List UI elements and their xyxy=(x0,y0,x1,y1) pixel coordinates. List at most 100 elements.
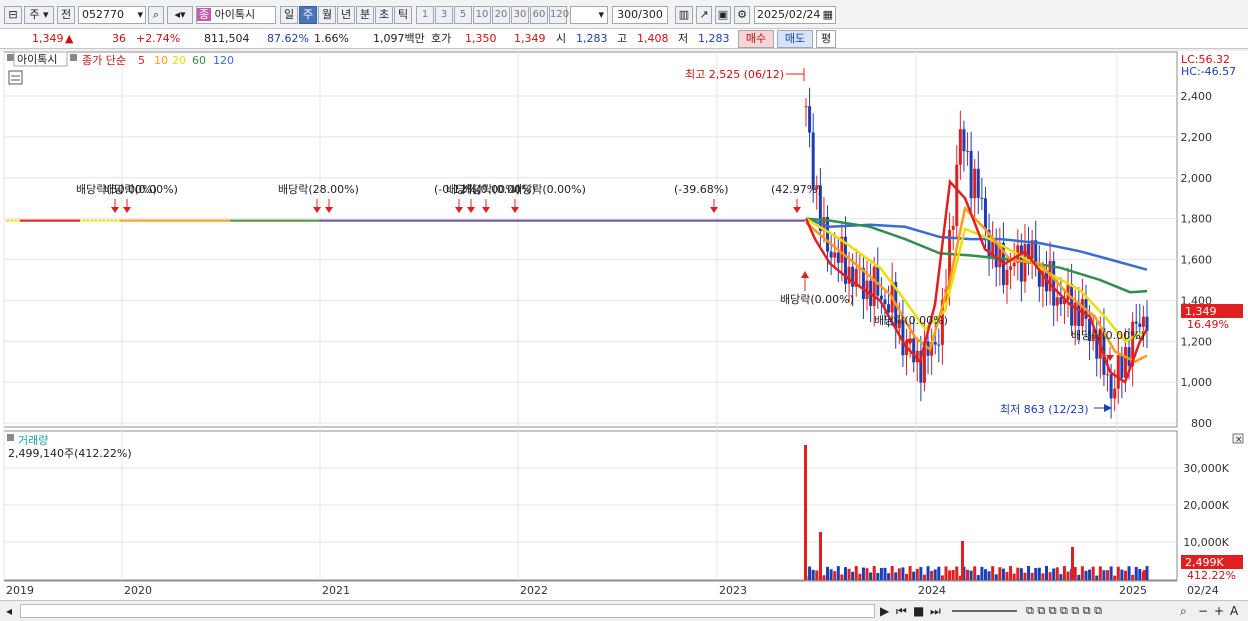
bid-price: 1,349 xyxy=(514,32,546,45)
date-field[interactable]: 2025/02/24 ▦ xyxy=(754,6,836,24)
volume-bar xyxy=(922,574,926,580)
volume-bar xyxy=(833,571,837,580)
volume-bar xyxy=(869,572,873,580)
rewind-icon[interactable]: ⏮ xyxy=(896,604,907,618)
interval-tab-120[interactable]: 120 xyxy=(549,6,569,24)
ask-price: 1,350 xyxy=(465,32,497,45)
candle-body xyxy=(826,217,830,252)
period-tab-3[interactable]: 년 xyxy=(337,6,355,24)
x-axis-right-label: 02/24 xyxy=(1187,584,1219,597)
volume-bar xyxy=(808,566,812,580)
legend-bullet xyxy=(70,54,77,61)
interval-tab-60[interactable]: 60 xyxy=(530,6,548,24)
period-tab-0[interactable]: 일 xyxy=(280,6,298,24)
volume-bar xyxy=(926,566,930,580)
period-tab-2[interactable]: 월 xyxy=(318,6,336,24)
status-bar: ◂ ▶ ⏮ ■ ⏭ ⧉ ⧉ ⧉ ⧉ ⧉ ⧉ ⧉ ⌕ − + A xyxy=(0,600,1248,621)
volume-bar xyxy=(1041,573,1045,580)
change-arrow: ▲ xyxy=(65,32,74,45)
market-type-select[interactable]: 주 ▾ xyxy=(24,6,54,24)
volume-bar xyxy=(1134,566,1138,580)
volume-bar xyxy=(1023,572,1027,580)
search-icon[interactable]: ⌕ xyxy=(148,6,164,24)
y-tick-label: 1,600 xyxy=(1181,254,1213,267)
interval-tab-30[interactable]: 30 xyxy=(511,6,529,24)
calendar-icon[interactable]: ▦ xyxy=(823,7,833,23)
scope-button[interactable]: 전 xyxy=(57,6,75,24)
scroll-left-icon[interactable]: ◂ xyxy=(6,604,12,618)
volume-bar xyxy=(1016,567,1020,580)
minus-icon[interactable]: − xyxy=(1198,604,1208,618)
y-tick-label: 1,200 xyxy=(1181,335,1213,348)
period-tab-6[interactable]: 틱 xyxy=(394,6,412,24)
volume-bar xyxy=(940,575,944,580)
forward-icon[interactable]: ⏭ xyxy=(930,604,941,618)
interval-tab-10[interactable]: 10 xyxy=(473,6,491,24)
volume-bar xyxy=(836,566,840,580)
change-value: 36 xyxy=(112,32,126,45)
annotation-div4: 배당락(0.00%) xyxy=(512,183,586,196)
candle-icon[interactable]: ▥ xyxy=(675,6,693,24)
zoom-icon[interactable]: ⌕ xyxy=(1180,604,1187,618)
zoom-slider[interactable] xyxy=(952,610,1017,612)
x-tick-label: 2020 xyxy=(124,584,152,597)
chevron-down-icon: ▾ xyxy=(598,8,604,21)
high-label: 고 xyxy=(617,32,628,45)
period-tab-1[interactable]: 주 xyxy=(299,6,317,24)
candle-body xyxy=(1109,374,1113,399)
volume-spike xyxy=(961,541,964,580)
period-tab-5[interactable]: 초 xyxy=(375,6,393,24)
candle-body xyxy=(811,132,815,190)
ma-legend-10: 10 xyxy=(154,54,168,67)
plus-icon[interactable]: + xyxy=(1214,604,1224,618)
chevron-down-icon[interactable]: ▾ xyxy=(137,7,143,23)
interval-tab-5[interactable]: 5 xyxy=(454,6,472,24)
interval-tab-3[interactable]: 3 xyxy=(435,6,453,24)
layout-icon[interactable]: ⊟ xyxy=(4,6,22,24)
eval-button[interactable]: 평 xyxy=(816,30,836,48)
volume-bar xyxy=(1091,566,1095,580)
font-size-icon[interactable]: A xyxy=(1230,604,1238,618)
gear-icon[interactable]: ⚙ xyxy=(734,6,750,24)
count-field[interactable]: 300/300 xyxy=(612,6,668,24)
stock-code-input[interactable]: 052770 ▾ xyxy=(78,6,146,24)
stop-icon[interactable]: ■ xyxy=(913,604,924,618)
annotation-low: 최저 863 (12/23) xyxy=(1000,403,1089,416)
table-icon[interactable] xyxy=(8,70,23,85)
volume-bar xyxy=(1102,570,1106,580)
volume-bar xyxy=(1109,566,1113,580)
volume-bar xyxy=(826,566,830,580)
volume-bar xyxy=(894,572,898,580)
candle-body xyxy=(1019,245,1023,282)
candle-body xyxy=(983,198,987,230)
interval-select[interactable]: ▾ xyxy=(570,6,608,24)
bid-label: 호가 xyxy=(431,32,452,45)
volume-bar xyxy=(1077,574,1081,580)
y-tick-label: 2,400 xyxy=(1181,90,1213,103)
interval-tab-1[interactable]: 1 xyxy=(416,6,434,24)
market-type-label: 주 xyxy=(29,8,40,21)
period-tab-4[interactable]: 분 xyxy=(356,6,374,24)
legend-stock-name: 아이톡시 xyxy=(17,53,57,66)
play-icon[interactable]: ▶ xyxy=(880,604,889,618)
ma-legend-20: 20 xyxy=(172,54,186,67)
volume-bar xyxy=(1062,566,1066,580)
save-icon[interactable]: ▣ xyxy=(715,6,731,24)
horizontal-scrollbar[interactable] xyxy=(20,604,875,618)
volume-bar xyxy=(955,566,959,580)
annotation-up1: (42.97%) xyxy=(771,183,822,196)
toolbar: ⊟ 주 ▾ 전 052770 ▾ ⌕ ◂▾ 종 아이톡시 일주월년분초틱 135… xyxy=(0,0,1248,29)
volume-bar xyxy=(1098,566,1102,580)
volume-bar xyxy=(901,567,905,580)
stock-chart[interactable]: 2,4002,2002,0001,8001,6001,4001,2001,000… xyxy=(0,51,1248,600)
y-tick-label: 1,800 xyxy=(1181,213,1213,226)
interval-tab-20[interactable]: 20 xyxy=(492,6,510,24)
speaker-icon[interactable]: ◂▾ xyxy=(167,6,193,24)
candle-body xyxy=(836,252,840,263)
volume-bar xyxy=(1131,574,1135,580)
layout-icons[interactable]: ⧉ ⧉ ⧉ ⧉ ⧉ ⧉ ⧉ xyxy=(1026,604,1102,618)
buy-button[interactable]: 매수 xyxy=(738,30,774,48)
stock-name-field[interactable]: 종 아이톡시 xyxy=(196,6,276,24)
draw-icon[interactable]: ↗ xyxy=(696,6,712,24)
sell-button[interactable]: 매도 xyxy=(777,30,813,48)
